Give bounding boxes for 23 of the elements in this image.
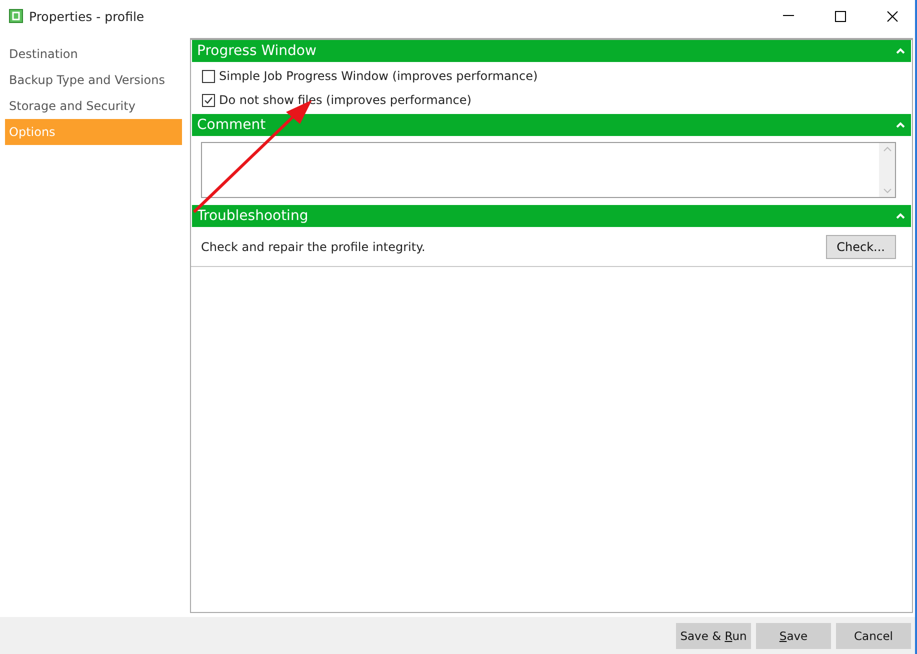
window-title: Properties - profile [29,8,146,24]
checkbox-label[interactable]: Simple Job Progress Window (improves performance) [219,69,538,83]
description-text: Check and repair the profile integrity. [201,240,426,254]
scroll-up-icon[interactable] [882,146,892,152]
collapse-icon[interactable] [896,213,905,219]
collapse-icon[interactable] [896,48,905,54]
checkbox[interactable] [202,70,215,82]
sidebar-item[interactable]: Destination [5,41,182,67]
minimize-icon [782,15,794,17]
check-button[interactable]: Check... [826,235,896,259]
maximize-icon [834,10,846,22]
dialog-button[interactable]: Save [756,622,831,648]
dialog-button[interactable]: Save & Run [676,622,751,648]
scrollbar[interactable] [879,143,895,197]
app-icon [9,9,23,23]
scroll-down-icon[interactable] [882,188,892,194]
sidebar-item[interactable]: Storage and Security [5,93,182,119]
sidebar-item[interactable]: Backup Type and Versions [5,67,182,93]
checkbox[interactable] [202,94,215,106]
close-icon [886,10,898,22]
collapse-icon[interactable] [896,122,905,128]
comment-field[interactable] [201,142,896,198]
dialog-button[interactable]: Cancel [836,622,911,648]
